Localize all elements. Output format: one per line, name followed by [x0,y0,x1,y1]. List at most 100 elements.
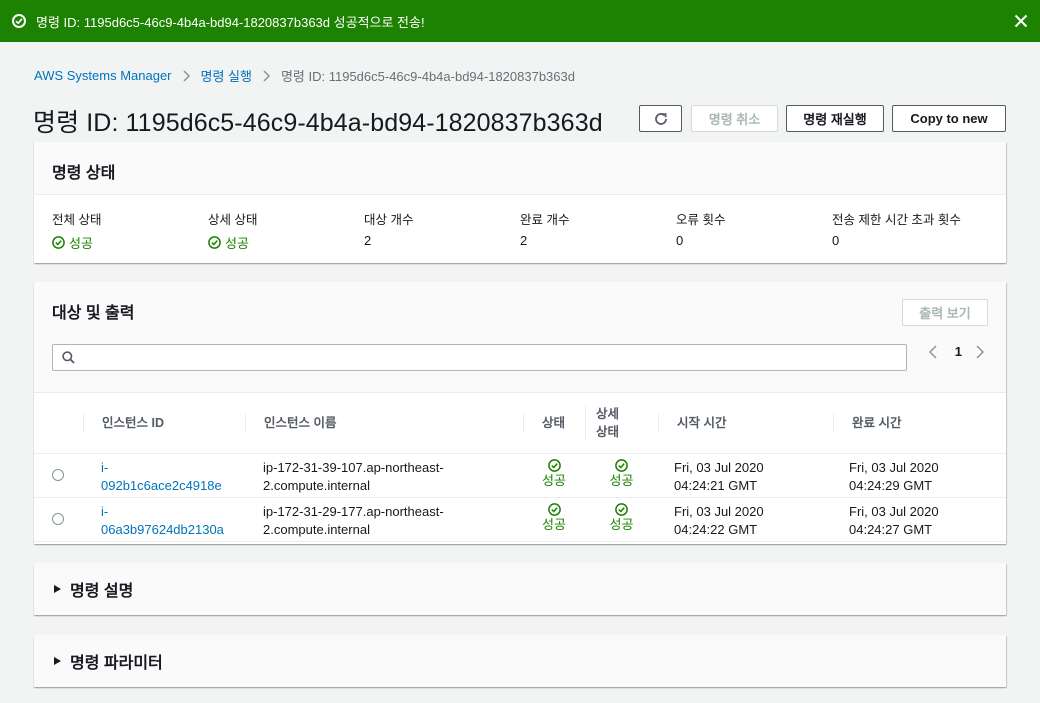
breadcrumb-run-command[interactable]: 명령 실행 [201,66,252,85]
chevron-left-icon[interactable] [928,344,941,359]
check-circle-icon [12,14,26,28]
check-circle-icon [52,236,65,249]
table-row[interactable]: i- 06a3b97624db2130a ip-172-31-29-177.ap-… [34,497,1006,542]
status-value-success: 성공 [52,233,93,252]
status-success: 성공 [523,502,585,534]
status-value-success: 성공 [208,233,249,252]
view-output-button[interactable]: 출력 보기 [902,299,988,326]
instance-name-line: ip-172-31-29-177.ap-northeast- [263,503,444,519]
instance-id-cell[interactable]: i- 06a3b97624db2130a [83,497,245,542]
start-time-cell: Fri, 03 Jul 2020 04:24:22 GMT [658,497,833,542]
command-description-panel[interactable]: 명령 설명 [34,563,1006,615]
instance-name-line: ip-172-31-39-107.ap-northeast- [263,459,444,475]
cancel-command-button[interactable]: 명령 취소 [691,105,778,132]
status-text: 성공 [542,472,566,488]
status-field-label: 전체 상태 [52,213,102,227]
command-status-panel: 명령 상태 전체 상태 성공 상세 상태 성공 대상 개수 2 완료 개수 2 … [34,142,1006,263]
status-value-text: 2 [364,233,372,248]
select-cell[interactable] [34,453,83,498]
instance-id-link[interactable]: i- 092b1c6ace2c4918e [101,460,222,493]
refresh-button[interactable] [639,105,682,132]
end-time-line: Fri, 03 Jul 2020 [849,503,939,519]
detail-status-text: 성공 [609,516,634,532]
chevron-right-icon[interactable] [976,344,988,359]
column-header-line: 상태 [596,424,620,439]
check-circle-icon [615,502,628,516]
row-radio[interactable] [52,468,64,481]
targets-panel-header: 대상 및 출력 출력 보기 1 [34,282,1006,393]
instance-name-line: 2.compute.internal [263,521,370,537]
column-header[interactable]: 완료 시간 [833,393,1006,454]
table-header-row: 인스턴스 ID 인스턴스 이름 상태 상세 상태 시작 시간 완료 시간 [34,393,1006,454]
detail-status-success: 성공 [585,502,658,534]
end-time-line: Fri, 03 Jul 2020 [849,459,939,475]
instance-name-line: 2.compute.internal [263,477,370,493]
breadcrumb-systems-manager[interactable]: AWS Systems Manager [34,68,172,83]
column-header[interactable]: 상태 [523,393,585,454]
status-success: 성공 [523,458,585,490]
column-header[interactable]: 인스턴스 ID [83,393,245,454]
status-grid: 전체 상태 성공 상세 상태 성공 대상 개수 2 완료 개수 2 오류 횟수 … [34,195,1006,266]
column-header[interactable]: 상세상태 [585,393,658,454]
instance-id-link[interactable]: i- 06a3b97624db2130a [101,504,224,537]
instance-id-cell[interactable]: i- 092b1c6ace2c4918e [83,453,245,498]
start-time-line: Fri, 03 Jul 2020 [674,503,764,519]
instance-id-line: i- [101,459,109,475]
status-field-label: 오류 횟수 [676,213,726,227]
pagination: 1 [928,344,988,359]
refresh-icon [654,112,667,125]
column-header-label: 인스턴스 이름 [245,413,523,432]
caret-right-icon [54,585,61,593]
status-field-target-count: 대상 개수 2 [364,209,520,252]
rerun-command-button[interactable]: 명령 재실행 [786,105,884,132]
column-header-label: 시작 시간 [658,413,833,432]
chevron-right-icon [182,69,190,82]
status-value-text: 성공 [225,236,249,251]
status-panel-title: 명령 상태 [52,165,116,182]
check-circle-icon [547,458,561,472]
command-parameters-panel[interactable]: 명령 파라미터 [34,635,1006,687]
instance-name-cell: ip-172-31-29-177.ap-northeast- 2.compute.… [245,497,523,542]
status-value-text: 2 [520,233,528,248]
targets-table: 인스턴스 ID 인스턴스 이름 상태 상세 상태 시작 시간 완료 시간 i- 09… [34,393,1006,542]
column-header-label: 완료 시간 [833,413,1006,432]
copy-to-new-button[interactable]: Copy to new [892,105,1006,132]
row-radio[interactable] [52,512,64,525]
start-time-line: 04:24:22 GMT [674,521,758,537]
column-header[interactable]: 시작 시간 [658,393,833,454]
status-field-label: 대상 개수 [364,213,414,227]
page-number[interactable]: 1 [955,344,962,359]
search-icon [62,351,75,364]
table-row[interactable]: i- 092b1c6ace2c4918e ip-172-31-39-107.ap-… [34,453,1006,498]
start-time-line: 04:24:21 GMT [674,477,758,493]
status-field-timeout-count: 전송 제한 시간 초과 횟수 0 [832,209,988,252]
select-column-header [34,393,83,454]
end-time-cell: Fri, 03 Jul 2020 04:24:29 GMT [833,453,1006,498]
column-header-label: 인스턴스 ID [83,413,245,432]
start-time-cell: Fri, 03 Jul 2020 04:24:21 GMT [658,453,833,498]
status-field-overall: 전체 상태 성공 [52,209,208,252]
end-time-line: 04:24:29 GMT [849,477,933,493]
select-cell[interactable] [34,497,83,542]
column-header[interactable]: 인스턴스 이름 [245,393,523,454]
search-input[interactable] [52,344,907,371]
start-time-line: Fri, 03 Jul 2020 [674,459,764,475]
status-value-text: 0 [832,233,840,248]
status-field-label: 완료 개수 [520,213,570,227]
instance-id-line: i- [101,503,109,519]
command-description-toggle[interactable]: 명령 설명 [34,563,1006,615]
status-field-completed-count: 완료 개수 2 [520,209,676,252]
command-parameters-toggle[interactable]: 명령 파라미터 [34,635,1006,687]
chevron-right-icon [263,69,270,82]
command-description-title: 명령 설명 [70,583,134,600]
column-header-label: 상태 [523,413,585,432]
end-time-line: 04:24:27 GMT [849,521,933,537]
flash-message: 명령 ID: 1195d6c5-46c9-4b4a-bd94-1820837b3… [36,14,425,30]
success-flash-bar: 명령 ID: 1195d6c5-46c9-4b4a-bd94-1820837b3… [0,0,1040,42]
status-value-text: 0 [676,233,684,248]
status-value-text: 성공 [69,236,93,251]
close-icon[interactable] [1014,14,1028,28]
detail-status-cell: 성공 [585,453,658,498]
status-text: 성공 [542,516,566,532]
column-header-line: 상세 [596,406,620,421]
